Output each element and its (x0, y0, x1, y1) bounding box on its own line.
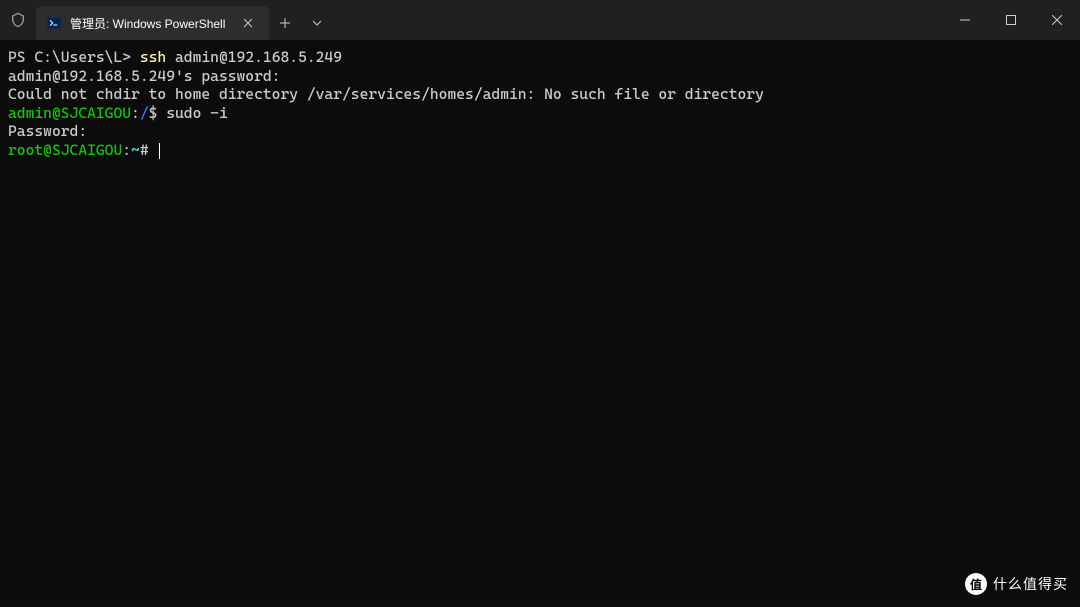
powershell-icon (46, 15, 62, 31)
watermark: 值 什么值得买 (965, 573, 1068, 595)
app-menu-button[interactable] (0, 0, 36, 40)
output-line: Password: (8, 122, 87, 140)
remote-prompt-user: root@SJCAIGOU (8, 141, 122, 159)
tab-dropdown-button[interactable] (301, 6, 333, 40)
command-sudo: sudo -i (166, 104, 228, 122)
remote-prompt-tilde: ~ (131, 141, 140, 159)
prompt-colon: : (122, 141, 131, 159)
watermark-text: 什么值得买 (993, 574, 1068, 594)
tab-powershell[interactable]: 管理员: Windows PowerShell (36, 6, 269, 40)
close-icon (1052, 15, 1062, 25)
command-ssh: ssh (140, 48, 166, 66)
output-line: Could not chdir to home directory /var/s… (8, 85, 764, 103)
remote-prompt-path: / (140, 104, 149, 122)
watermark-badge: 值 (965, 573, 987, 595)
output-line: admin@192.168.5.249's password: (8, 67, 280, 85)
tab-title: 管理员: Windows PowerShell (70, 15, 225, 32)
plus-icon (279, 17, 291, 29)
minimize-button[interactable] (942, 0, 988, 40)
window-controls (942, 0, 1080, 40)
remote-prompt-user: admin@SJCAIGOU (8, 104, 131, 122)
close-icon (243, 18, 253, 28)
new-tab-button[interactable] (269, 6, 301, 40)
prompt-colon: : (131, 104, 140, 122)
prompt-dollar: $ (149, 104, 167, 122)
terminal-output[interactable]: PS C:\Users\L> ssh admin@192.168.5.249 a… (0, 40, 1080, 607)
cursor (159, 143, 160, 159)
minimize-icon (960, 15, 970, 25)
chevron-down-icon (312, 20, 322, 26)
prompt-hash: # (140, 141, 158, 159)
close-window-button[interactable] (1034, 0, 1080, 40)
maximize-button[interactable] (988, 0, 1034, 40)
shield-icon (10, 12, 26, 28)
command-args: admin@192.168.5.249 (166, 48, 342, 66)
tab-close-button[interactable] (239, 14, 257, 32)
titlebar-drag-area[interactable] (333, 0, 942, 40)
maximize-icon (1006, 15, 1016, 25)
titlebar: 管理员: Windows PowerShell (0, 0, 1080, 40)
ps-prompt: PS C:\Users\L> (8, 48, 140, 66)
